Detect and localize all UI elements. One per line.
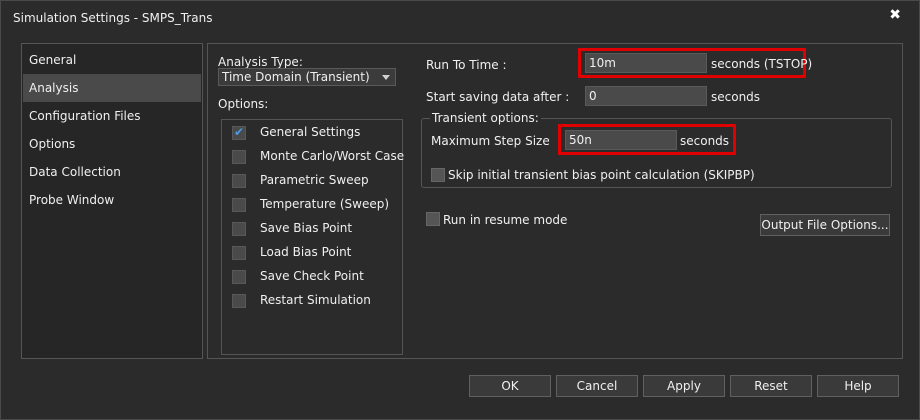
apply-button[interactable]: Apply (643, 375, 725, 397)
title-bar: Simulation Settings - SMPS_Trans ✖ (1, 1, 919, 31)
sidebar-item-data-collection[interactable]: Data Collection (23, 158, 201, 186)
max-step-input[interactable]: 50n (565, 130, 677, 150)
option-label: Load Bias Point (260, 245, 352, 259)
option-label: Temperature (Sweep) (260, 197, 390, 211)
list-item[interactable]: Save Bias Point (222, 218, 402, 240)
list-item[interactable]: Parametric Sweep (222, 170, 402, 192)
simulation-settings-dialog: Simulation Settings - SMPS_Trans ✖ Gener… (0, 0, 920, 420)
checkbox-temperature-sweep[interactable] (232, 198, 246, 212)
analysis-panel: Analysis Type: Time Domain (Transient) O… (207, 43, 903, 359)
run-to-time-unit: seconds (TSTOP) (711, 57, 813, 71)
max-step-unit: seconds (680, 134, 730, 148)
sidebar-item-options[interactable]: Options (23, 130, 201, 158)
skip-bias-label: Skip initial transient bias point calcul… (448, 168, 755, 182)
option-label: Parametric Sweep (260, 173, 369, 187)
window-title: Simulation Settings - SMPS_Trans (13, 11, 213, 25)
option-label: General Settings (260, 125, 361, 139)
list-item[interactable]: Restart Simulation (222, 290, 402, 312)
options-label: Options: (218, 97, 269, 111)
checkbox-general-settings[interactable] (232, 125, 246, 140)
sidebar-item-configuration-files[interactable]: Configuration Files (23, 102, 201, 130)
option-label: Restart Simulation (260, 293, 371, 307)
start-saving-label: Start saving data after : (426, 90, 570, 104)
chevron-down-icon (382, 75, 390, 80)
cancel-button[interactable]: Cancel (556, 375, 638, 397)
checkbox-monte-carlo[interactable] (232, 150, 246, 164)
max-step-label: Maximum Step Size (431, 134, 550, 148)
list-item[interactable]: Load Bias Point (222, 242, 402, 264)
checkbox-restart-simulation[interactable] (232, 294, 246, 308)
close-icon[interactable]: ✖ (889, 7, 901, 23)
checkbox-save-bias-point[interactable] (232, 222, 246, 236)
analysis-type-label: Analysis Type: (218, 55, 303, 69)
list-item[interactable]: General Settings (222, 122, 402, 144)
resume-mode-checkbox[interactable] (426, 212, 440, 226)
transient-options-label: Transient options: (430, 111, 541, 125)
run-to-time-input[interactable]: 10m (585, 53, 707, 73)
checkbox-parametric-sweep[interactable] (232, 174, 246, 188)
resume-mode-label: Run in resume mode (443, 213, 568, 227)
output-file-options-button[interactable]: Output File Options... (760, 214, 890, 236)
sidebar-item-general[interactable]: General (23, 46, 201, 74)
list-item[interactable]: Save Check Point (222, 266, 402, 288)
help-button[interactable]: Help (817, 375, 899, 397)
start-saving-unit: seconds (711, 90, 761, 104)
list-item[interactable]: Monte Carlo/Worst Case (222, 146, 405, 168)
analysis-type-select[interactable]: Time Domain (Transient) (218, 68, 396, 86)
run-to-time-label: Run To Time : (426, 58, 507, 72)
option-label: Save Check Point (260, 269, 364, 283)
ok-button[interactable]: OK (469, 375, 551, 397)
checkbox-save-check-point[interactable] (232, 270, 246, 284)
option-label: Save Bias Point (260, 221, 353, 235)
checkbox-load-bias-point[interactable] (232, 246, 246, 260)
analysis-options-list: General Settings Monte Carlo/Worst Case … (221, 119, 405, 355)
skip-bias-checkbox[interactable] (431, 168, 445, 182)
sidebar-item-probe-window[interactable]: Probe Window (23, 186, 201, 214)
reset-button[interactable]: Reset (730, 375, 812, 397)
analysis-type-value: Time Domain (Transient) (222, 70, 370, 84)
option-label: Monte Carlo/Worst Case (260, 149, 405, 163)
settings-sidebar: General Analysis Configuration Files Opt… (21, 43, 203, 359)
sidebar-item-analysis[interactable]: Analysis (23, 74, 201, 102)
list-item[interactable]: Temperature (Sweep) (222, 194, 402, 216)
start-saving-input[interactable]: 0 (585, 86, 707, 106)
